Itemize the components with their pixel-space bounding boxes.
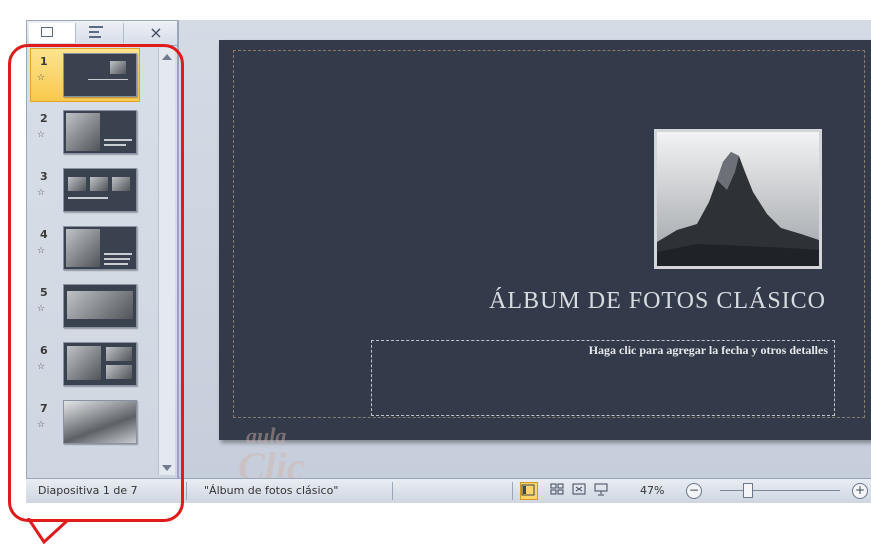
slide-editing-area: ÁLBUM DE FOTOS CLÁSICO Haga clic para ag… [178,20,871,478]
tab-slides[interactable] [29,23,76,43]
zoom-in-button[interactable]: + [852,483,868,499]
close-icon: × [149,23,163,42]
mountain-photo [657,132,819,266]
panel-tab-strip: × [27,21,177,46]
close-panel-button[interactable]: × [145,24,167,42]
tab-outline[interactable] [77,23,124,43]
normal-view-button[interactable] [520,482,538,500]
zoom-level[interactable]: 47% [640,484,664,497]
slideshow-icon [594,483,608,496]
outline-tab-icon [89,26,103,38]
reading-view-icon [572,483,586,495]
zoom-slider-track[interactable] [720,490,840,491]
ribbon-area [0,0,871,20]
reading-view-button[interactable] [572,482,588,498]
separator [512,482,513,500]
slideshow-button[interactable] [594,482,610,498]
subtitle-placeholder-text: Haga clic para agregar la fecha y otros … [588,343,828,357]
theme-name[interactable]: "Álbum de fotos clásico" [204,484,338,497]
zoom-slider-thumb[interactable] [743,483,754,498]
separator [186,482,187,500]
annotation-highlight [8,44,184,522]
slide-sorter-button[interactable] [550,482,566,498]
separator [392,482,393,500]
plus-icon: + [854,483,866,497]
zoom-out-button[interactable]: − [686,483,702,499]
normal-view-icon [521,484,535,496]
minus-icon: − [688,483,700,497]
slide-photo[interactable] [654,129,822,269]
slide-sorter-icon [550,483,564,495]
slides-tab-icon [41,27,53,37]
slide-title[interactable]: ÁLBUM DE FOTOS CLÁSICO [384,288,826,315]
subtitle-placeholder[interactable]: Haga clic para agregar la fecha y otros … [371,340,835,416]
annotation-callout-tail [26,518,70,544]
current-slide[interactable]: ÁLBUM DE FOTOS CLÁSICO Haga clic para ag… [219,40,871,440]
